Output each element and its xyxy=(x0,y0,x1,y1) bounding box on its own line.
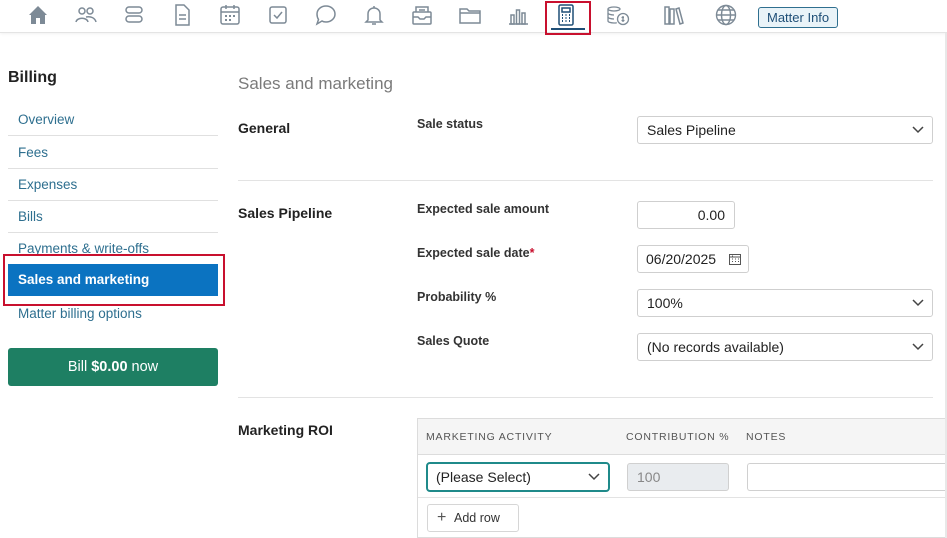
marketing-roi-table: MARKETING ACTIVITY CONTRIBUTION % NOTES … xyxy=(417,418,947,538)
contacts-icon[interactable] xyxy=(71,2,101,28)
accounts-coins-icon[interactable] xyxy=(603,2,633,28)
probability-select[interactable]: 100% xyxy=(637,289,933,317)
chevron-down-icon xyxy=(912,126,924,134)
chevron-down-icon xyxy=(912,343,924,351)
page-title: Sales and marketing xyxy=(238,74,393,93)
add-row-button[interactable]: + Add row xyxy=(427,504,519,532)
sidebar-item-bills[interactable]: Bills xyxy=(8,201,218,233)
matters-icon[interactable] xyxy=(119,2,149,28)
sale-status-select[interactable]: Sales Pipeline xyxy=(637,116,933,144)
expected-sale-amount-label: Expected sale amount xyxy=(417,202,549,216)
sale-status-label: Sale status xyxy=(417,117,484,131)
column-notes: NOTES xyxy=(746,431,787,443)
calendar-icon[interactable] xyxy=(215,2,245,28)
expected-sale-date-label: Expected sale date* xyxy=(417,246,534,260)
top-toolbar: Matter Info xyxy=(0,0,947,33)
marketing-roi-heading: Marketing ROI xyxy=(238,422,333,438)
bill-suffix: now xyxy=(131,359,159,375)
folder-icon[interactable] xyxy=(455,2,485,28)
chevron-down-icon xyxy=(588,473,600,481)
web-icon[interactable] xyxy=(711,2,741,28)
library-icon[interactable] xyxy=(659,2,689,28)
probability-label: Probability % xyxy=(417,290,497,304)
sidebar-item-fees[interactable]: Fees xyxy=(8,137,218,169)
sidebar-active-highlight xyxy=(3,254,225,306)
sales-pipeline-heading: Sales Pipeline xyxy=(238,205,333,221)
probability-value: 100% xyxy=(647,295,683,311)
marketing-activity-value: (Please Select) xyxy=(436,469,531,485)
inbox-icon[interactable] xyxy=(407,2,437,28)
chevron-down-icon xyxy=(912,299,924,307)
contribution-input[interactable]: 100 xyxy=(627,463,729,491)
calendar-picker-icon[interactable] xyxy=(729,253,741,265)
row-divider xyxy=(418,497,947,498)
plus-icon: + xyxy=(437,509,447,526)
bill-now-button[interactable]: Bill $0.00 now xyxy=(8,348,218,386)
tasks-icon[interactable] xyxy=(263,2,293,28)
bill-amount: $0.00 xyxy=(91,359,128,375)
reports-icon[interactable] xyxy=(503,2,533,28)
sale-status-value: Sales Pipeline xyxy=(647,122,736,138)
sales-quote-value: (No records available) xyxy=(647,339,784,355)
expected-sale-date-value: 06/20/2025 xyxy=(646,251,717,267)
home-icon[interactable] xyxy=(23,2,53,28)
expected-sale-date-text: Expected sale date xyxy=(417,246,530,260)
communications-icon[interactable] xyxy=(311,2,341,28)
expected-sale-date-input[interactable]: 06/20/2025 xyxy=(637,245,749,273)
notes-input[interactable] xyxy=(747,463,947,491)
sidebar-item-expenses[interactable]: Expenses xyxy=(8,169,218,201)
column-marketing-activity: MARKETING ACTIVITY xyxy=(426,431,553,443)
add-row-label: Add row xyxy=(454,511,500,525)
required-mark: * xyxy=(529,246,535,260)
sidebar-item-overview[interactable]: Overview xyxy=(8,104,218,136)
bill-prefix: Bill xyxy=(67,359,88,375)
active-tab-highlight xyxy=(545,1,591,35)
general-heading: General xyxy=(238,120,291,136)
sales-quote-label: Sales Quote xyxy=(417,334,490,348)
expected-sale-amount-input[interactable]: 0.00 xyxy=(637,201,735,229)
table-header: MARKETING ACTIVITY CONTRIBUTION % NOTES xyxy=(418,419,947,455)
section-divider xyxy=(238,180,933,181)
documents-icon[interactable] xyxy=(167,2,197,28)
section-divider xyxy=(238,397,933,398)
sales-quote-select[interactable]: (No records available) xyxy=(637,333,933,361)
column-contribution: CONTRIBUTION % xyxy=(626,431,730,443)
sidebar-title: Billing xyxy=(8,69,57,86)
matter-info-button[interactable]: Matter Info xyxy=(758,7,839,28)
notifications-icon[interactable] xyxy=(359,2,389,28)
marketing-activity-select[interactable]: (Please Select) xyxy=(426,462,610,492)
